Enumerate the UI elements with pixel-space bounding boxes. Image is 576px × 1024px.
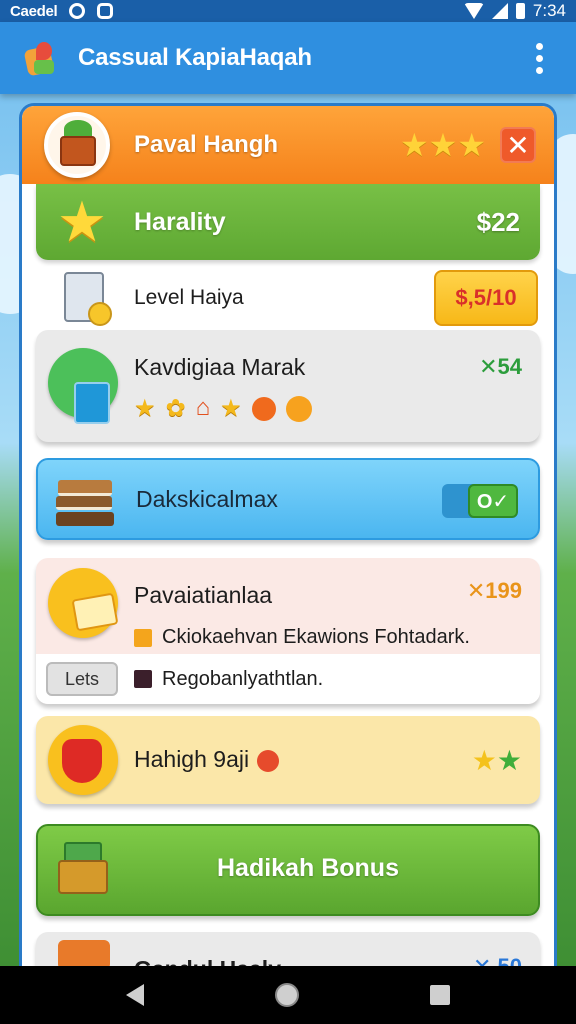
card-count: ✕54 [479, 354, 522, 379]
signal-icon [491, 3, 508, 19]
document-coin-icon [64, 272, 112, 326]
card-title: Kavdigiaa Marak [134, 354, 306, 380]
coupon-card[interactable]: Pavaiatianlaa ✕199 Ckiokaehvan Ekawions … [36, 558, 540, 704]
dark-square-icon [134, 670, 152, 688]
status-bar: Caedel 7:34 [0, 0, 576, 22]
notification-icon [69, 3, 86, 19]
emoji-face-icon [285, 396, 312, 422]
tomato-icon [257, 749, 280, 772]
card-title: Pavaiatianlaa [134, 582, 273, 608]
reward-bar: ★ Harality $22 [36, 184, 540, 260]
battery-icon [515, 3, 525, 19]
level-label: Level Haiya [134, 286, 244, 309]
lets-button[interactable]: Lets [46, 662, 118, 696]
reward-value: $22 [476, 206, 520, 237]
reward-title: Harality [134, 207, 226, 236]
card-title: Gandul Haaly [134, 956, 281, 966]
coupon-icon [48, 568, 119, 638]
home-icon[interactable] [274, 983, 299, 1007]
toggle-knob: O✓ [468, 484, 518, 518]
card-title-wrap: Hahigh 9aji [134, 746, 280, 773]
pepper-icon [48, 725, 118, 795]
feature-toggle[interactable]: O✓ [442, 484, 518, 518]
app-notification-icon [97, 3, 114, 19]
app-bar: Cassual KapiaHaqah [0, 22, 576, 94]
gold-star-icon: ★ [471, 745, 497, 776]
card-detail-line: Ckiokaehvan Ekawions Fohtadark. [134, 626, 470, 649]
fruit-icon [251, 397, 276, 421]
card-count: ✕199 [466, 578, 522, 603]
orange-square-icon [134, 628, 152, 647]
ticket-icon [58, 940, 110, 966]
blue-book-icon [48, 348, 118, 424]
back-icon[interactable] [125, 984, 144, 1006]
panel-header: Paval Hangh ★★★ ✕ [22, 106, 554, 184]
bonus-button[interactable]: Hadikah Bonus [36, 824, 540, 916]
app-logo-icon [22, 40, 58, 77]
panel-title: Paval Hangh [134, 131, 279, 158]
level-price-button[interactable]: $,5/10 [434, 270, 538, 326]
reward-icons-row: ★ ✿ ⌂ ★ [134, 394, 312, 423]
detail-text: Ckiokaehvan Ekawions Fohtadark. [162, 626, 470, 648]
level-row: Level Haiya $,5/10 [22, 266, 554, 330]
recent-apps-icon[interactable] [430, 985, 451, 1005]
star-icon: ★ [220, 395, 242, 422]
more-options-icon[interactable] [524, 42, 554, 74]
rating-stars: ★★★ [399, 127, 486, 163]
books-icon [56, 470, 114, 528]
app-title: Cassual KapiaHaqah [78, 44, 312, 71]
close-button[interactable]: ✕ [500, 127, 536, 163]
flower-star-icon: ✿ [165, 395, 186, 422]
partial-card[interactable]: Gandul Haaly ✕ 50 [36, 932, 540, 966]
main-panel: Paval Hangh ★★★ ✕ ★ Harality $22 Level H… [22, 106, 554, 966]
star-icon: ★ [56, 190, 108, 253]
detail-text: Regobanlyathtlan. [162, 667, 324, 690]
house-icon: ⌂ [195, 394, 211, 421]
system-nav-bar [0, 966, 576, 1024]
carrier-label: Caedel [10, 2, 58, 20]
card-detail-line: Lets Regobanlyathtlan. [36, 654, 540, 704]
card-title: Hahigh 9aji [134, 746, 250, 772]
bonus-label: Hadikah Bonus [217, 854, 399, 882]
card-count: ✕ 50 [473, 954, 522, 966]
quest-card-marak[interactable]: Kavdigiaa Marak ✕54 ★ ✿ ⌂ ★ [36, 330, 540, 442]
card-stars: ★★ [472, 744, 522, 777]
green-star-icon: ★ [496, 745, 522, 776]
plant-crate-icon [44, 112, 110, 178]
pepper-card[interactable]: Hahigh 9aji ★★ [36, 716, 540, 804]
card-title: Dakskicalmax [136, 486, 278, 512]
wifi-icon [463, 3, 484, 19]
clock: 7:34 [532, 1, 566, 20]
toggle-card[interactable]: Dakskicalmax O✓ [36, 458, 540, 540]
star-icon: ★ [134, 395, 156, 422]
